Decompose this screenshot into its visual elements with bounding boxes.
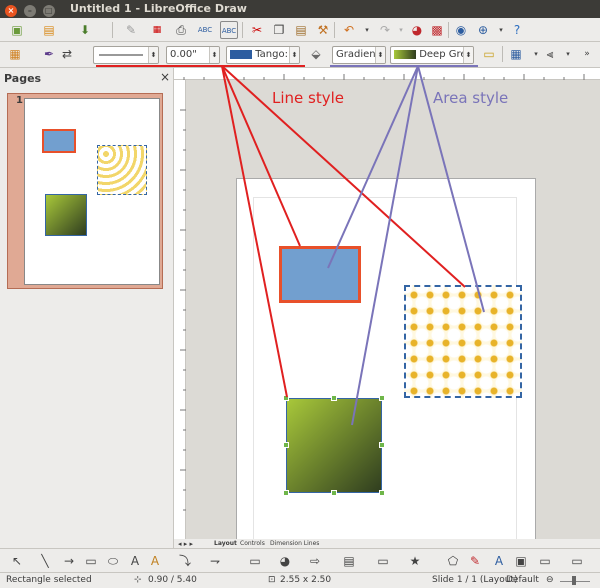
tab-dimension-lines[interactable]: Dimension Lines xyxy=(270,540,319,547)
connector-icon[interactable]: ⇁ xyxy=(206,552,224,570)
position-value: 0.90 / 5.40 xyxy=(148,575,197,585)
tab-nav-icon[interactable]: ◂ ▸ ▸ xyxy=(178,540,193,548)
symbol-shapes-icon[interactable]: ⇨ xyxy=(306,552,324,570)
line-style-annotation: Line style xyxy=(272,89,344,107)
fontwork-icon[interactable]: A xyxy=(146,552,164,570)
size-value: 2.55 x 2.50 xyxy=(280,575,332,585)
select-icon[interactable]: ↖ xyxy=(8,552,26,570)
insert-image-icon[interactable]: ▣ xyxy=(512,552,530,570)
drawing-toolbar: ↖ ╲ → ▭ ⬭ A A ⤵ ⇁ ▭ ◕ ⇨ ▤ ▭ ★ ⬠ ✎ A ▣ ▭ … xyxy=(0,548,600,572)
block-arrows-icon[interactable]: ▤ xyxy=(340,552,358,570)
ellipse-icon[interactable]: ⬭ xyxy=(104,552,122,570)
fontwork-gallery-icon[interactable]: A xyxy=(490,552,508,570)
curve-icon[interactable]: ⤵ xyxy=(176,552,194,570)
basic-shapes-icon[interactable]: ◕ xyxy=(276,552,294,570)
tab-layout[interactable]: Layout xyxy=(214,540,237,547)
glue-points-icon[interactable]: ✎ xyxy=(466,552,484,570)
zoom-slider-thumb[interactable] xyxy=(572,576,576,585)
size-icon: ⊡ xyxy=(268,575,276,585)
line-arrow-icon[interactable]: ▭ xyxy=(246,552,264,570)
line-tool-icon[interactable]: ╲ xyxy=(36,552,54,570)
text-icon[interactable]: A xyxy=(126,552,144,570)
selection-status: Rectangle selected xyxy=(6,575,92,585)
callouts-icon[interactable]: ▭ xyxy=(374,552,392,570)
status-bar: Rectangle selected ⊹ 0.90 / 5.40 ⊡ 2.55 … xyxy=(0,572,600,588)
layout-name: Default xyxy=(506,575,539,585)
drawbar-overflow-icon[interactable]: ▭ xyxy=(568,552,586,570)
area-style-pointers xyxy=(327,65,485,426)
arrow-line-icon[interactable]: → xyxy=(60,552,78,570)
tab-controls[interactable]: Controls xyxy=(240,540,265,547)
stars-icon[interactable]: ★ xyxy=(406,552,424,570)
position-icon: ⊹ xyxy=(134,575,142,585)
points-icon[interactable]: ⬠ xyxy=(444,552,462,570)
toggle-extrusion-icon[interactable]: ▭ xyxy=(536,552,554,570)
zoom-out-icon[interactable]: ⊖ xyxy=(546,575,554,585)
rectangle-icon[interactable]: ▭ xyxy=(82,552,100,570)
area-style-annotation: Area style xyxy=(433,89,509,107)
slide-status: Slide 1 / 1 (Layout) xyxy=(432,575,518,585)
